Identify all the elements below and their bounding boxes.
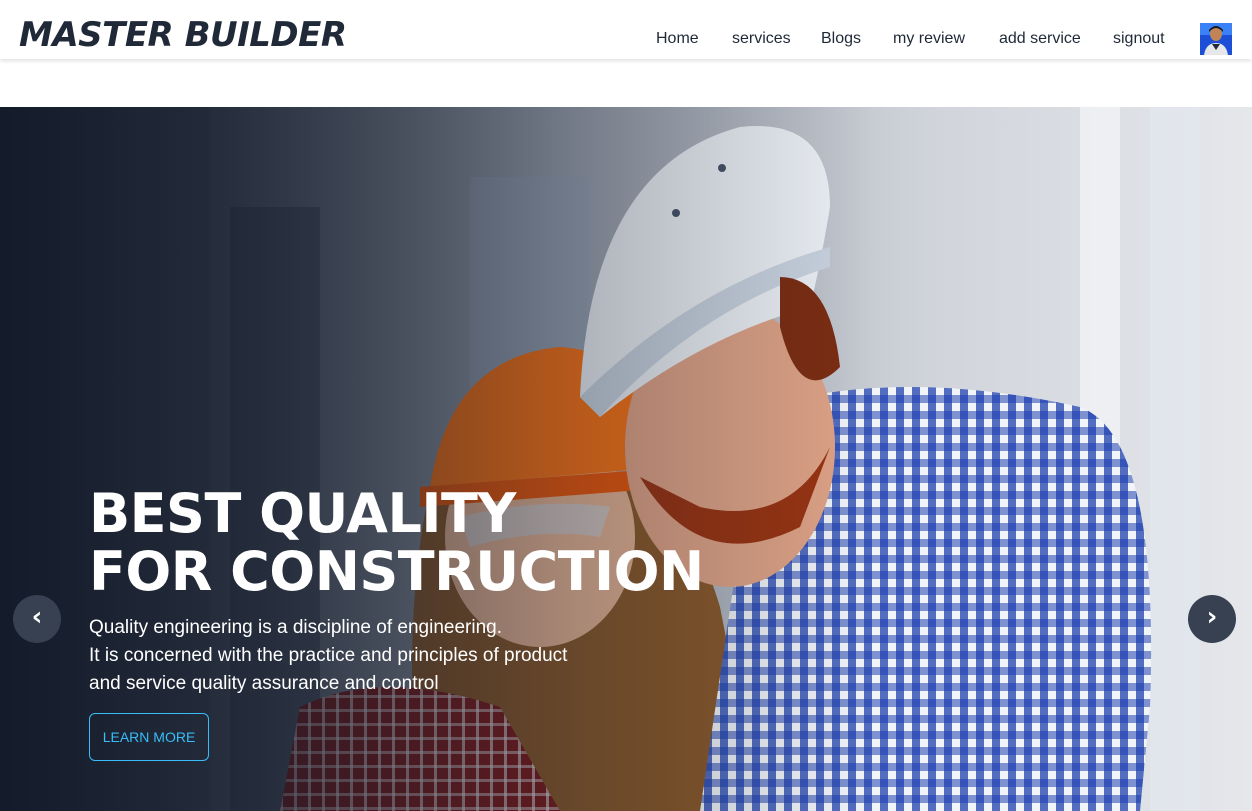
hero-carousel: BEST QUALITY FOR CONSTRUCTION Quality en… <box>0 107 1252 811</box>
nav-link-my-review[interactable]: my review <box>893 29 965 49</box>
nav-link-signout[interactable]: signout <box>1113 29 1165 49</box>
nav-link-blogs[interactable]: Blogs <box>821 29 861 49</box>
hero-title: BEST QUALITY FOR CONSTRUCTION <box>89 485 704 601</box>
carousel-next-button[interactable]: › <box>1188 595 1236 643</box>
user-avatar[interactable] <box>1200 23 1232 55</box>
user-avatar-photo-icon <box>1200 23 1232 55</box>
chevron-left-icon: ‹ <box>31 602 43 632</box>
hero-description-line-3: and service quality assurance and contro… <box>89 673 439 694</box>
hero-description: Quality engineering is a discipline of e… <box>89 614 567 698</box>
carousel-prev-button[interactable]: ‹ <box>13 595 61 643</box>
hero-title-line-2: FOR CONSTRUCTION <box>89 540 704 603</box>
brand-logo[interactable]: MASTER BUILDER <box>19 18 347 52</box>
hero-description-line-1: Quality engineering is a discipline of e… <box>89 617 502 638</box>
nav-link-services[interactable]: services <box>732 29 791 49</box>
hero-description-line-2: It is concerned with the practice and pr… <box>89 645 568 666</box>
hero-title-line-1: BEST QUALITY <box>89 482 516 545</box>
learn-more-button[interactable]: LEARN MORE <box>89 713 209 761</box>
nav-link-home[interactable]: Home <box>656 29 699 49</box>
hero-overlay <box>0 107 1252 811</box>
navbar: MASTER BUILDER Home services Blogs my re… <box>0 0 1252 59</box>
chevron-right-icon: › <box>1206 602 1218 632</box>
nav-link-add-service[interactable]: add service <box>999 29 1081 49</box>
